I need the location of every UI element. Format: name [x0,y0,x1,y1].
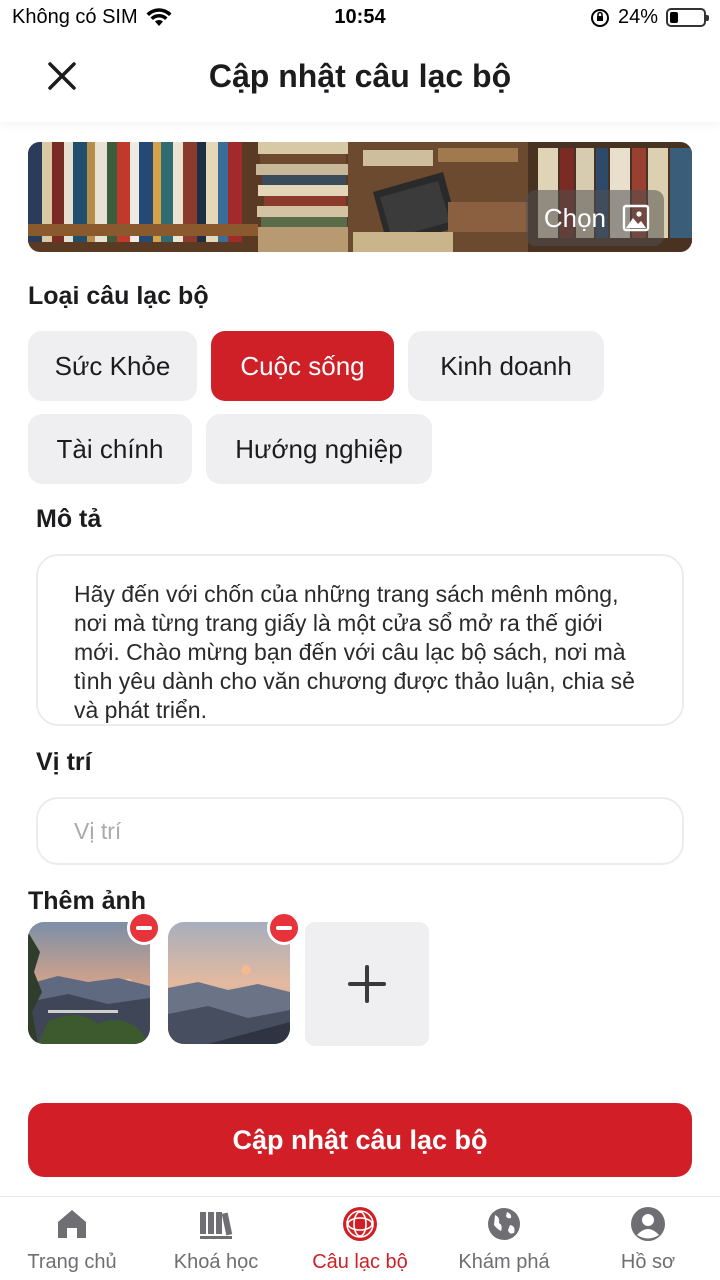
tab-label: Khám phá [458,1251,550,1273]
choose-cover-button[interactable]: Chọn [525,190,664,246]
chip-label: Cuộc sống [240,350,365,381]
description-textarea[interactable]: Hãy đến với chốn của những trang sách mê… [36,554,684,726]
tab-label: Hồ sơ [620,1251,676,1273]
status-bar: Không có SIM 10:54 24% [0,0,720,36]
image-icon [622,204,650,232]
profile-icon [631,1207,665,1241]
tab-home[interactable]: Trang chủ [0,1197,144,1280]
location-input[interactable]: Vị trí [36,797,684,865]
chip-suc-khoe[interactable]: Sức Khỏe [28,331,197,401]
battery-fill [670,12,678,23]
location-label: Vị trí [36,748,92,776]
tab-label: Trang chủ [27,1251,117,1273]
description-label: Mô tả [36,505,102,533]
chip-label: Tài chính [56,433,164,464]
club-type-label: Loại câu lạc bộ [28,282,209,310]
chip-label: Sức Khỏe [54,350,171,381]
chip-label: Hướng nghiệp [235,433,403,464]
update-club-button[interactable]: Cập nhật câu lạc bộ [28,1103,692,1177]
tab-profile[interactable]: Hồ sơ [576,1197,720,1280]
home-icon [58,1210,86,1238]
club-icon [343,1207,377,1241]
globe-icon [488,1208,520,1240]
page-title: Cập nhật câu lạc bộ [208,58,512,94]
battery-percent: 24% [617,6,658,28]
cover-image[interactable]: Chọn [28,142,692,252]
minus-icon [276,926,292,930]
status-right: 24% [590,6,709,29]
add-photo-button[interactable] [305,922,429,1046]
plus-icon [348,965,386,1003]
books-icon [200,1212,233,1239]
tab-explore[interactable]: Khám phá [432,1197,576,1280]
chip-cuoc-song[interactable]: Cuộc sống [211,331,394,401]
tab-courses[interactable]: Khoá học [144,1197,288,1280]
choose-cover-label: Chọn [543,202,606,233]
chip-huong-nghiep[interactable]: Hướng nghiệp [206,414,432,484]
app-header: Cập nhật câu lạc bộ [0,36,720,122]
remove-photo-button[interactable] [267,911,301,945]
chip-tai-chinh[interactable]: Tài chính [28,414,192,484]
minus-icon [136,926,152,930]
add-photos-label: Thêm ảnh [28,887,147,915]
tab-label: Khoá học [173,1251,259,1273]
chip-kinh-doanh[interactable]: Kinh doanh [408,331,604,401]
location-placeholder: Vị trí [74,817,122,844]
remove-photo-button[interactable] [127,911,161,945]
orientation-lock-icon [590,8,609,27]
update-club-label: Cập nhật câu lạc bộ [232,1124,488,1155]
tab-label: Câu lạc bộ [312,1251,408,1273]
tab-clubs[interactable]: Câu lạc bộ [288,1197,432,1280]
bottom-tab-bar: Trang chủ Khoá học Câu lạc bộ Khám phá H… [0,1196,720,1280]
chip-label: Kinh doanh [440,350,572,381]
battery-icon [666,8,709,27]
